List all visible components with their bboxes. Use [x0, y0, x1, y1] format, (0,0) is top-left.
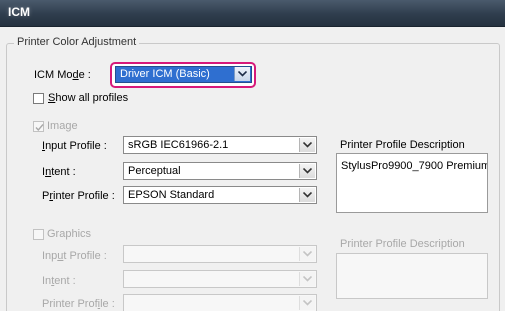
graphics-profile-description-box	[336, 253, 488, 299]
image-profile-description-label: Printer Profile Description	[340, 139, 465, 151]
icm-mode-label: ICM Mode :	[34, 69, 91, 81]
graphics-printer-profile-label: Printer Profile :	[42, 298, 115, 310]
chevron-down-icon[interactable]	[234, 67, 250, 81]
image-input-profile-value: sRGB IEC61966-2.1	[128, 139, 229, 151]
chevron-down-icon[interactable]	[299, 272, 315, 286]
graphics-checkbox[interactable]	[33, 229, 44, 240]
icm-dialog: ICM Printer Color Adjustment ICM Mode : …	[0, 0, 505, 311]
image-printer-profile-label: Printer Profile :	[42, 190, 115, 202]
graphics-intent-select[interactable]	[123, 270, 317, 288]
graphics-checkbox-label: Graphics	[47, 228, 92, 240]
checkmark-icon	[35, 124, 44, 132]
chevron-down-icon[interactable]	[299, 296, 315, 310]
image-profile-description-box: StylusPro9900_7900 PremiumLu	[336, 153, 488, 213]
graphics-intent-label: Intent :	[42, 275, 76, 287]
image-checkbox[interactable]	[33, 121, 44, 132]
icm-mode-value: Driver ICM (Basic)	[120, 68, 210, 80]
graphics-profile-description-label: Printer Profile Description	[340, 238, 465, 250]
image-intent-value: Perceptual	[128, 165, 181, 177]
image-input-profile-select[interactable]: sRGB IEC61966-2.1	[123, 136, 317, 154]
image-printer-profile-value: EPSON Standard	[128, 189, 215, 201]
graphics-input-profile-label: Input Profile :	[42, 250, 107, 262]
image-intent-select[interactable]: Perceptual	[123, 162, 317, 180]
image-intent-label: Intent :	[42, 166, 76, 178]
graphics-input-profile-select[interactable]	[123, 245, 317, 263]
image-printer-profile-select[interactable]: EPSON Standard	[123, 186, 317, 204]
icm-mode-select[interactable]: Driver ICM (Basic)	[115, 66, 252, 83]
show-all-profiles-checkbox[interactable]	[33, 93, 44, 104]
chevron-down-icon[interactable]	[299, 247, 315, 261]
image-profile-description-text: StylusPro9900_7900 PremiumLu	[341, 160, 488, 172]
image-input-profile-label: Input Profile :	[42, 140, 107, 152]
title-bar: ICM	[0, 0, 505, 27]
group-label: Printer Color Adjustment	[14, 36, 140, 48]
chevron-down-icon[interactable]	[299, 138, 315, 152]
chevron-down-icon[interactable]	[299, 188, 315, 202]
show-all-profiles-label: Show all profiles	[48, 92, 129, 104]
window-title: ICM	[8, 5, 30, 19]
graphics-printer-profile-select[interactable]	[123, 294, 317, 311]
chevron-down-icon[interactable]	[299, 164, 315, 178]
image-checkbox-label: Image	[47, 120, 78, 132]
